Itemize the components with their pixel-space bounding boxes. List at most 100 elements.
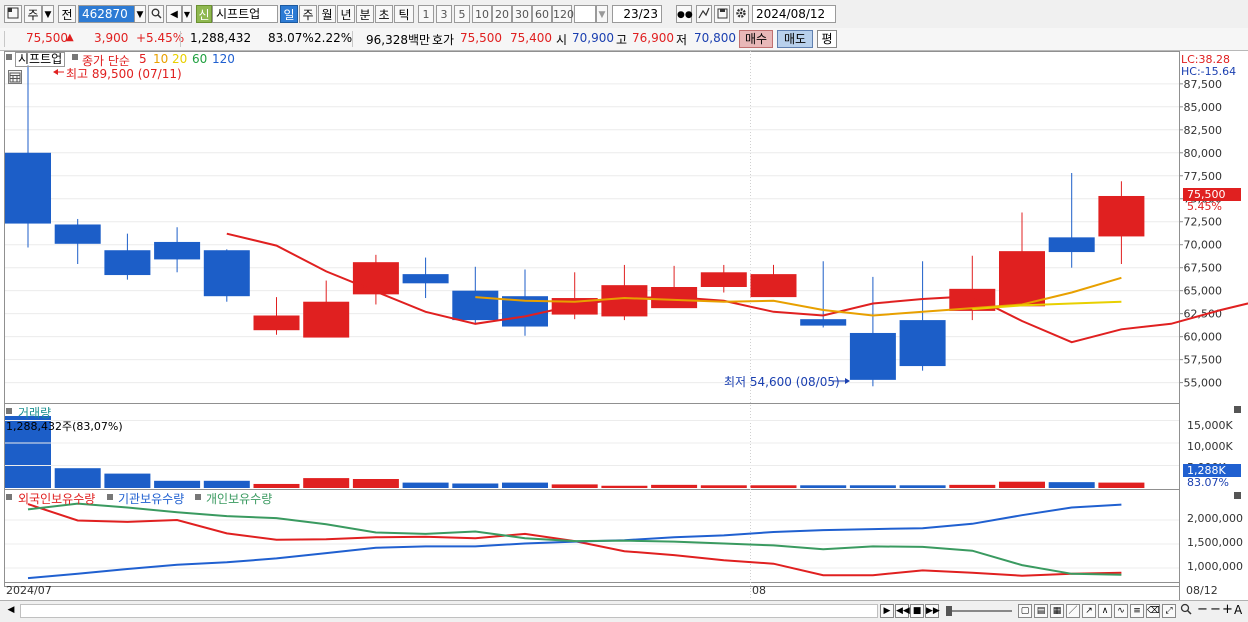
candle-body: [700, 272, 747, 287]
tab-day[interactable]: 일: [280, 5, 298, 23]
horizontal-scrollbar[interactable]: [20, 604, 878, 618]
date-field[interactable]: 2024/08/12: [752, 5, 836, 23]
price-tick-label: 55,000: [1184, 377, 1223, 390]
tab-month[interactable]: 월: [318, 5, 336, 23]
layout-single-icon[interactable]: ▢: [1018, 604, 1032, 618]
volume-ratio: 83.07%: [268, 31, 314, 45]
ma-period-10[interactable]: 10: [153, 52, 168, 66]
interval-120[interactable]: 120: [552, 5, 574, 23]
ma-period-60[interactable]: 60: [192, 52, 207, 66]
candle-body: [104, 250, 151, 276]
bid-price: 75,400: [510, 31, 552, 45]
gear-icon[interactable]: [733, 5, 749, 23]
volume-current-pct: 83.07%: [1187, 476, 1229, 489]
font-size-icon[interactable]: A: [1234, 603, 1242, 617]
tab-minute[interactable]: 분: [356, 5, 374, 23]
layout-split-icon[interactable]: ▤: [1034, 604, 1048, 618]
xaxis-label-end: 08/12: [1186, 584, 1218, 597]
candle-body: [452, 290, 499, 321]
layout-grid-icon[interactable]: ▦: [1050, 604, 1064, 618]
price-tick-label: 67,500: [1184, 262, 1223, 275]
chart-canvas[interactable]: 55,00057,50060,00062,50065,00067,50070,0…: [0, 51, 1248, 603]
zoom-icon[interactable]: [1180, 603, 1192, 619]
price-tick-label: 57,500: [1184, 354, 1223, 367]
tab-tick[interactable]: 틱: [394, 5, 414, 23]
trend-tool-icon[interactable]: ∧: [1098, 604, 1112, 618]
interval-dropdown-icon[interactable]: ▼: [596, 5, 608, 23]
fit-icon[interactable]: ⤢: [1162, 604, 1176, 618]
speed-slider-handle[interactable]: [946, 606, 952, 616]
line-tool-icon[interactable]: ／: [1066, 604, 1080, 618]
speaker-dropdown-icon[interactable]: ▼: [182, 5, 192, 23]
interval-custom-input[interactable]: [574, 5, 596, 23]
legend-marker-icon: [6, 54, 12, 60]
volume-readout: 1,288,432주(83,07%): [6, 420, 123, 433]
search-icon[interactable]: [148, 5, 164, 23]
interval-10[interactable]: 10: [472, 5, 492, 23]
volume-bar: [899, 485, 946, 488]
institution-holdings-label[interactable]: 기관보유수량: [118, 490, 184, 507]
code-dropdown-icon[interactable]: ▼: [134, 5, 146, 23]
legend-marker-icon: [6, 494, 12, 500]
open-label: 시: [556, 33, 568, 47]
play-icon[interactable]: ▶: [880, 604, 894, 618]
interval-20[interactable]: 20: [492, 5, 512, 23]
binoculars-icon[interactable]: ●●: [676, 5, 693, 23]
calendar-icon[interactable]: [8, 70, 22, 84]
plus-icon[interactable]: +: [1222, 602, 1233, 617]
minus-icon[interactable]: −: [1210, 602, 1221, 617]
stop-icon[interactable]: ■: [910, 604, 924, 618]
ma-period-120[interactable]: 120: [212, 52, 235, 66]
volume-bar: [800, 485, 847, 488]
period-select[interactable]: 주: [24, 5, 42, 23]
volume-bar: [551, 484, 598, 488]
interval-5[interactable]: 5: [454, 5, 470, 23]
volume-bar: [1098, 482, 1145, 488]
save-icon[interactable]: [714, 5, 730, 23]
draw-tool-icon[interactable]: [696, 5, 712, 23]
fib-tool-icon[interactable]: ≡: [1130, 604, 1144, 618]
tab-week[interactable]: 주: [299, 5, 317, 23]
ma-period-20[interactable]: 20: [172, 52, 187, 66]
tab-second[interactable]: 초: [375, 5, 393, 23]
wave-tool-icon[interactable]: ∿: [1114, 604, 1128, 618]
speaker-icon[interactable]: ◀: [166, 5, 182, 23]
prev-button[interactable]: 전: [58, 5, 76, 23]
buy-button[interactable]: 매수: [739, 30, 773, 48]
volume-bar: [1048, 482, 1095, 488]
rewind-icon[interactable]: ◀◀: [895, 604, 910, 618]
sell-button[interactable]: 매도: [777, 30, 813, 48]
trade-amount: 96,328백만: [366, 33, 431, 47]
individual-holdings-label[interactable]: 개인보유수량: [206, 490, 272, 507]
low-price: 70,800: [694, 31, 736, 45]
interval-1[interactable]: 1: [418, 5, 434, 23]
max-annotation: 최고 89,500 (07/11): [66, 67, 182, 81]
interval-30[interactable]: 30: [512, 5, 532, 23]
ray-tool-icon[interactable]: ↗: [1082, 604, 1096, 618]
stock-code-input[interactable]: 462870: [78, 5, 136, 23]
candle-body: [899, 320, 946, 367]
average-button[interactable]: 평: [817, 30, 837, 48]
zoom-out-icon[interactable]: −: [1197, 602, 1208, 617]
chart-area[interactable]: 55,000 57,500 60,000 62,500 65,000 67,500 70,0…: [0, 51, 1248, 603]
interval-3[interactable]: 3: [436, 5, 452, 23]
eraser-icon[interactable]: ⌫: [1146, 604, 1160, 618]
candle-body: [203, 250, 250, 297]
scroll-left-icon[interactable]: ◀: [4, 604, 18, 618]
legend-stock-name[interactable]: 시프트업: [15, 52, 66, 67]
speed-slider[interactable]: [946, 610, 1012, 612]
foreign-holdings-label[interactable]: 외국인보유수량: [18, 490, 95, 507]
interval-60[interactable]: 60: [532, 5, 552, 23]
tab-year[interactable]: 년: [337, 5, 355, 23]
holdings-tick-label: 1,000,000: [1187, 560, 1243, 573]
stock-name-field[interactable]: 시프트업: [212, 5, 278, 23]
min-annotation: 최저 54,600 (08/05): [724, 375, 840, 389]
chevron-down-icon[interactable]: ▼: [42, 5, 54, 23]
layout-icon[interactable]: [4, 5, 22, 23]
candle-body: [750, 274, 797, 298]
fast-forward-icon[interactable]: ▶▶: [925, 604, 940, 618]
ma-period-5[interactable]: 5: [139, 52, 147, 66]
data-count-field[interactable]: 23/23: [612, 5, 662, 23]
new-listing-badge: 신: [196, 5, 212, 23]
volume-bar: [352, 479, 399, 488]
